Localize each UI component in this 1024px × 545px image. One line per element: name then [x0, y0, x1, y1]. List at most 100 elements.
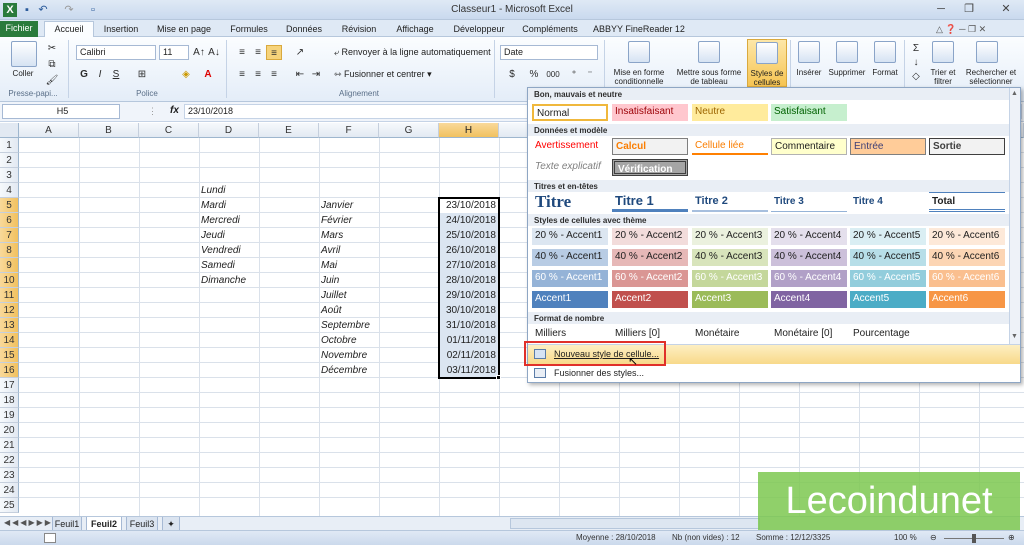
sheet-tab-feuil1[interactable]: Feuil1: [52, 517, 82, 531]
style-accent4[interactable]: Accent4: [771, 291, 847, 308]
font-color-icon[interactable]: A: [200, 67, 216, 82]
style-linked-cell[interactable]: Cellule liée: [692, 138, 768, 155]
cell-f8[interactable]: Avril: [319, 243, 340, 258]
align-bottom-icon[interactable]: ≡: [266, 45, 282, 60]
cell-d10[interactable]: Dimanche: [199, 273, 246, 288]
style-60-accent3[interactable]: 60 % - Accent3: [692, 270, 768, 287]
style-40-accent1[interactable]: 40 % - Accent1: [532, 249, 608, 266]
row-header[interactable]: 13: [0, 318, 19, 333]
tab-insert[interactable]: Insertion: [98, 22, 144, 37]
tab-data[interactable]: Données: [282, 22, 326, 37]
shrink-font-icon[interactable]: A↓: [206, 45, 222, 60]
tab-view[interactable]: Affichage: [390, 22, 440, 37]
style-60-accent5[interactable]: 60 % - Accent5: [850, 270, 926, 287]
minimize-icon[interactable]: ─: [928, 1, 954, 17]
insert-function-icon[interactable]: fx: [170, 105, 179, 116]
style-accent1[interactable]: Accent1: [532, 291, 608, 308]
cell-f13[interactable]: Septembre: [319, 318, 370, 333]
row-header[interactable]: 4: [0, 183, 19, 198]
column-header-h[interactable]: H: [439, 123, 499, 138]
style-neutral[interactable]: Neutre: [692, 104, 768, 121]
format-icon[interactable]: [874, 41, 896, 63]
cell-f10[interactable]: Juin: [319, 273, 339, 288]
fill-icon[interactable]: ↓: [908, 55, 924, 70]
find-select-icon[interactable]: [976, 41, 998, 63]
new-sheet-icon[interactable]: ✦: [162, 517, 180, 531]
style-percent[interactable]: Pourcentage: [850, 326, 926, 343]
cell-d4[interactable]: Lundi: [199, 183, 225, 198]
row-header[interactable]: 10: [0, 273, 19, 288]
row-header[interactable]: 22: [0, 453, 19, 468]
style-input[interactable]: Entrée: [850, 138, 926, 155]
align-middle-icon[interactable]: ≡: [250, 45, 266, 60]
row-header[interactable]: 11: [0, 288, 19, 303]
row-header[interactable]: 23: [0, 468, 19, 483]
horizontal-scrollbar[interactable]: [510, 518, 760, 529]
row-header[interactable]: 1: [0, 138, 19, 153]
column-header-g[interactable]: G: [379, 123, 439, 138]
merge-center-button[interactable]: ⇿ Fusionner et centrer ▾: [334, 69, 432, 80]
decrease-indent-icon[interactable]: ⇤: [292, 67, 308, 82]
tab-developer[interactable]: Développeur: [448, 22, 510, 37]
row-header[interactable]: 16: [0, 363, 19, 378]
increase-indent-icon[interactable]: ⇥: [308, 67, 324, 82]
style-check-cell[interactable]: Vérification: [612, 159, 688, 176]
row-header[interactable]: 21: [0, 438, 19, 453]
zoom-level[interactable]: 100 %: [894, 533, 917, 542]
gallery-scrollbar[interactable]: ▲ ▼: [1009, 88, 1020, 344]
orientation-icon[interactable]: ↗: [292, 45, 308, 60]
row-header[interactable]: 5: [0, 198, 19, 213]
cell-f16[interactable]: Décembre: [319, 363, 367, 378]
zoom-slider-thumb[interactable]: [972, 534, 976, 543]
tab-home[interactable]: Accueil: [44, 21, 94, 37]
bold-button[interactable]: G: [76, 67, 92, 82]
row-header[interactable]: 18: [0, 393, 19, 408]
style-60-accent6[interactable]: 60 % - Accent6: [929, 270, 1005, 287]
style-bad[interactable]: Insatisfaisant: [612, 104, 688, 121]
row-header[interactable]: 7: [0, 228, 19, 243]
row-header[interactable]: 19: [0, 408, 19, 423]
zoom-out-icon[interactable]: ⊖: [930, 533, 937, 542]
sort-filter-icon[interactable]: [932, 41, 954, 63]
sum-icon[interactable]: Σ: [908, 41, 924, 56]
wrap-text-button[interactable]: ⤶ Renvoyer à la ligne automatiquement: [334, 47, 491, 58]
cell-f5[interactable]: Janvier: [319, 198, 353, 213]
italic-button[interactable]: I: [92, 67, 108, 82]
find-select-button[interactable]: Rechercher et sélectionner: [960, 68, 1022, 86]
cut-icon[interactable]: ✂: [44, 41, 60, 56]
cell-f6[interactable]: Février: [319, 213, 352, 228]
column-header-a[interactable]: A: [19, 123, 79, 138]
row-header[interactable]: 25: [0, 498, 19, 513]
ribbon-controls[interactable]: △ ❓ ─ ❐ ✕: [936, 24, 986, 35]
style-heading-2[interactable]: Titre 2: [692, 192, 768, 212]
format-table-icon[interactable]: [698, 41, 720, 63]
style-60-accent1[interactable]: 60 % - Accent1: [532, 270, 608, 287]
format-painter-icon[interactable]: 🖌: [44, 73, 60, 88]
align-center-icon[interactable]: ≡: [250, 67, 266, 82]
style-heading-1[interactable]: Titre 1: [612, 192, 688, 212]
zoom-in-icon[interactable]: ⊕: [1008, 533, 1015, 542]
insert-icon[interactable]: [798, 41, 820, 63]
column-header-e[interactable]: E: [259, 123, 319, 138]
copy-icon[interactable]: ⧉: [44, 57, 60, 72]
row-header[interactable]: 3: [0, 168, 19, 183]
tab-formulas[interactable]: Formules: [226, 22, 272, 37]
style-total[interactable]: Total: [929, 192, 1005, 212]
cell-d6[interactable]: Mercredi: [199, 213, 240, 228]
style-40-accent3[interactable]: 40 % - Accent3: [692, 249, 768, 266]
format-button[interactable]: Format: [866, 68, 904, 77]
grow-font-icon[interactable]: A↑: [191, 45, 207, 60]
insert-button[interactable]: Insérer: [790, 68, 828, 77]
style-accent2[interactable]: Accent2: [612, 291, 688, 308]
number-format-combo[interactable]: Date: [500, 45, 598, 60]
cell-f11[interactable]: Juillet: [319, 288, 347, 303]
column-header-d[interactable]: D: [199, 123, 259, 138]
row-header[interactable]: 24: [0, 483, 19, 498]
cell-f15[interactable]: Novembre: [319, 348, 367, 363]
cell-d5[interactable]: Mardi: [199, 198, 226, 213]
underline-button[interactable]: S: [108, 67, 124, 82]
row-header[interactable]: 14: [0, 333, 19, 348]
style-20-accent4[interactable]: 20 % - Accent4: [771, 228, 847, 245]
fill-handle[interactable]: [496, 375, 501, 380]
borders-icon[interactable]: ⊞: [134, 67, 150, 82]
